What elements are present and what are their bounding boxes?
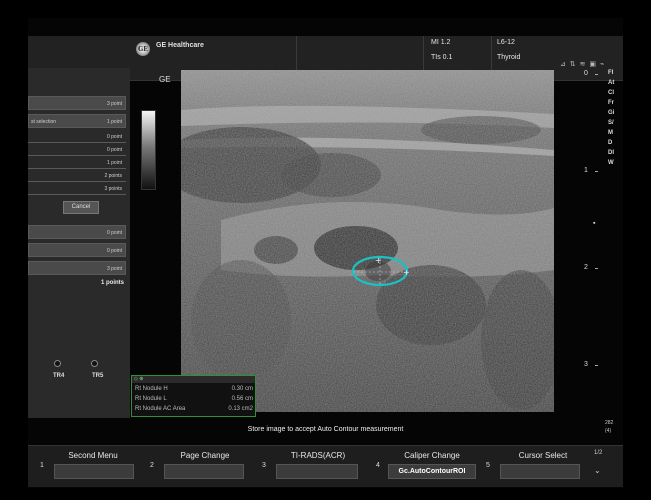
softkey-cursor-select[interactable]: 5 Cursor Select (480, 448, 590, 485)
focus-marker-icon: ▪ (593, 220, 596, 227)
softkey-tirads[interactable]: 3 TI-RADS(ACR) (252, 448, 364, 485)
softkey-caliper-change[interactable]: 4 Caliper Change Gc.AutoContourROI (366, 448, 478, 485)
panel-option[interactable]: 0 point (28, 144, 126, 156)
probe-name: L6-12 (497, 39, 515, 46)
depth-tick (595, 268, 598, 269)
panel-option[interactable]: 0 point (28, 225, 126, 239)
softkey-value (164, 464, 244, 479)
brand-name: GE Healthcare (156, 42, 204, 49)
tr4-label: TR4 (53, 373, 65, 379)
measurement-row: Rt Nodule L 0.56 cm (135, 396, 253, 402)
softkey-page-change[interactable]: 2 Page Change (140, 448, 250, 485)
softkey-second-menu[interactable]: 1 Second Menu (28, 448, 138, 485)
depth-tick (595, 74, 598, 75)
option-points: 3 point (106, 101, 122, 107)
panel-option[interactable]: 0 point (28, 243, 126, 257)
depth-label: 1 (584, 167, 588, 174)
option-points: 0 point (106, 147, 122, 153)
measurement-results: ◇ ⊕ Rt Nodule H 0.30 cm Rt Nodule L 0.56… (131, 375, 256, 417)
chevron-down-icon[interactable]: ⌄ (594, 466, 601, 475)
panel-option[interactable]: 3 points (28, 183, 126, 195)
tr5-label: TR5 (92, 373, 104, 379)
ge-logo-icon: GE (136, 42, 150, 56)
softkey-title: Page Change (180, 451, 230, 460)
option-points: 2 points (104, 173, 122, 179)
softkey-number: 1 (40, 462, 44, 469)
softkey-title: TI-RADS(ACR) (290, 451, 346, 460)
softkey-title: Cursor Select (518, 451, 568, 460)
tr4-radio[interactable] (54, 360, 61, 367)
tr5-radio[interactable] (91, 360, 98, 367)
status-message: Store image to accept Auto Contour measu… (247, 426, 404, 433)
softkey-number: 5 (486, 462, 490, 469)
option-points: 3 points (104, 186, 122, 192)
measurement-value: 0.56 cm (231, 396, 253, 402)
tirads-panel: ) 3 point st selection 1 point 0 point 0… (28, 68, 130, 418)
depth-label: 3 (584, 361, 588, 368)
option-points: 0 point (106, 134, 122, 140)
status-icons: ⊿ ⇅ ≋ ▣ ⌁ (560, 61, 606, 68)
option-points: 0 point (106, 230, 122, 236)
panel-option[interactable]: 0 point (28, 131, 126, 143)
measurement-label: Rt Nodule L (135, 396, 167, 402)
total-points: 1 points (100, 280, 124, 286)
softkey-value (276, 464, 358, 479)
svg-text:+: + (375, 256, 382, 265)
softkey-value (54, 464, 134, 479)
softkey-title: Second Menu (68, 451, 118, 460)
option-label: st selection (31, 119, 57, 125)
measurement-label: Rt Nodule AC Area (135, 406, 186, 412)
ultrasound-screen: GE GE Healthcare MI 1.2 TIs 0.1 L6-12 Th… (28, 18, 623, 488)
tis-value: TIs 0.1 (431, 54, 453, 61)
depth-label: 0 (584, 70, 588, 77)
option-points: 3 point (106, 266, 122, 272)
ge-mark: GE (159, 75, 171, 84)
panel-option[interactable]: 2 points (28, 170, 126, 182)
measurement-label: Rt Nodule H (135, 386, 168, 392)
cancel-button[interactable]: Cancel (63, 201, 99, 214)
measurement-row: Rt Nodule AC Area 0.13 cm2 (135, 406, 253, 412)
option-points: 1 point (106, 160, 122, 166)
softkey-menu: 1 Second Menu 2 Page Change 3 TI-RADS(AC… (28, 445, 623, 487)
preset-name: Thyroid (497, 54, 521, 61)
image-parameters: FI At Cl Fr Gi S/ M D DI W (608, 70, 615, 166)
softkey-value (500, 464, 580, 479)
depth-tick (595, 171, 598, 172)
panel-option[interactable]: 3 point (28, 261, 126, 275)
grayscale-bar (141, 110, 156, 190)
option-points: 1 point (106, 119, 122, 125)
softkey-number: 4 (376, 462, 380, 469)
softkey-value: Gc.AutoContourROI (388, 464, 476, 479)
panel-option[interactable]: 1 point (28, 157, 126, 169)
softkey-number: 2 (150, 462, 154, 469)
softkey-title: Caliper Change (404, 451, 460, 460)
measurement-value: 0.30 cm (231, 386, 253, 392)
depth-label: 2 (584, 264, 588, 271)
softkey-number: 3 (262, 462, 266, 469)
measurement-header-icons: ◇ ⊕ (132, 376, 255, 383)
page-indicator: 1/2 (594, 450, 603, 456)
option-points: 0 point (106, 248, 122, 254)
measurement-value: 0.13 cm2 (228, 406, 253, 412)
panel-option[interactable]: st selection 1 point (28, 114, 126, 128)
ultrasound-scan: + + (181, 70, 554, 412)
measurement-row: Rt Nodule H 0.30 cm (135, 386, 253, 392)
svg-text:+: + (403, 268, 410, 277)
mi-value: MI 1.2 (431, 39, 451, 46)
depth-tick (595, 365, 598, 366)
ultrasound-image[interactable]: + + (181, 70, 554, 412)
panel-option[interactable]: 3 point (28, 96, 126, 110)
